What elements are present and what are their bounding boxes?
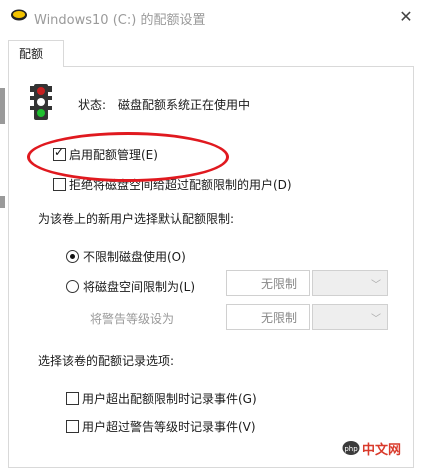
quota-panel — [8, 66, 414, 468]
limit-to-radio[interactable] — [66, 280, 79, 293]
no-limit-radio[interactable] — [66, 250, 79, 263]
limit-value-input[interactable]: 无限制 — [226, 270, 310, 296]
warning-value-text: 无限制 — [261, 311, 298, 325]
deny-space-checkbox[interactable] — [53, 178, 66, 191]
log-exceed-limit-label[interactable]: 用户超出配额限制时记录事件(G) — [82, 390, 257, 407]
status-value: 磁盘配额系统正在使用中 — [118, 98, 251, 112]
chevron-down-icon: ﹀ — [371, 314, 381, 325]
title-bar: Windows10 (C:) 的配额设置 ✕ — [0, 0, 425, 34]
warning-value-input[interactable]: 无限制 — [226, 304, 310, 330]
tab-quota-label: 配额 — [19, 47, 44, 61]
limit-to-label[interactable]: 将磁盘空间限制为(L) — [83, 278, 195, 295]
no-limit-label[interactable]: 不限制磁盘使用(O) — [83, 248, 186, 265]
background-window-edge — [0, 196, 5, 208]
highlight-ellipse — [27, 132, 229, 182]
close-button[interactable]: ✕ — [393, 5, 419, 29]
tab-quota[interactable]: 配额 — [8, 40, 64, 67]
drive-icon — [11, 9, 27, 21]
svg-text:php: php — [344, 445, 358, 453]
watermark-text: 中文网 — [362, 443, 402, 458]
limit-value-text: 无限制 — [261, 277, 298, 291]
log-exceed-limit-checkbox[interactable] — [66, 392, 79, 405]
logging-heading: 选择该卷的配额记录选项: — [38, 354, 175, 368]
limit-unit-select[interactable]: ﹀ — [312, 270, 388, 296]
chevron-down-icon: ﹀ — [371, 280, 381, 291]
background-window-edge — [0, 88, 5, 124]
php-logo-icon: php — [342, 441, 360, 455]
warning-unit-select[interactable]: ﹀ — [312, 304, 388, 330]
traffic-light-icon — [30, 84, 52, 120]
close-icon: ✕ — [399, 7, 413, 26]
warning-level-label: 将警告等级设为 — [90, 312, 175, 326]
log-exceed-warning-label[interactable]: 用户超过警告等级时记录事件(V) — [82, 418, 256, 435]
watermark: php 中文网 — [342, 438, 424, 458]
window-title: Windows10 (C:) 的配额设置 — [34, 13, 206, 28]
default-limit-heading: 为该卷上的新用户选择默认配额限制: — [38, 212, 235, 226]
log-exceed-warning-checkbox[interactable] — [66, 420, 79, 433]
status-label: 状态: — [78, 98, 107, 112]
